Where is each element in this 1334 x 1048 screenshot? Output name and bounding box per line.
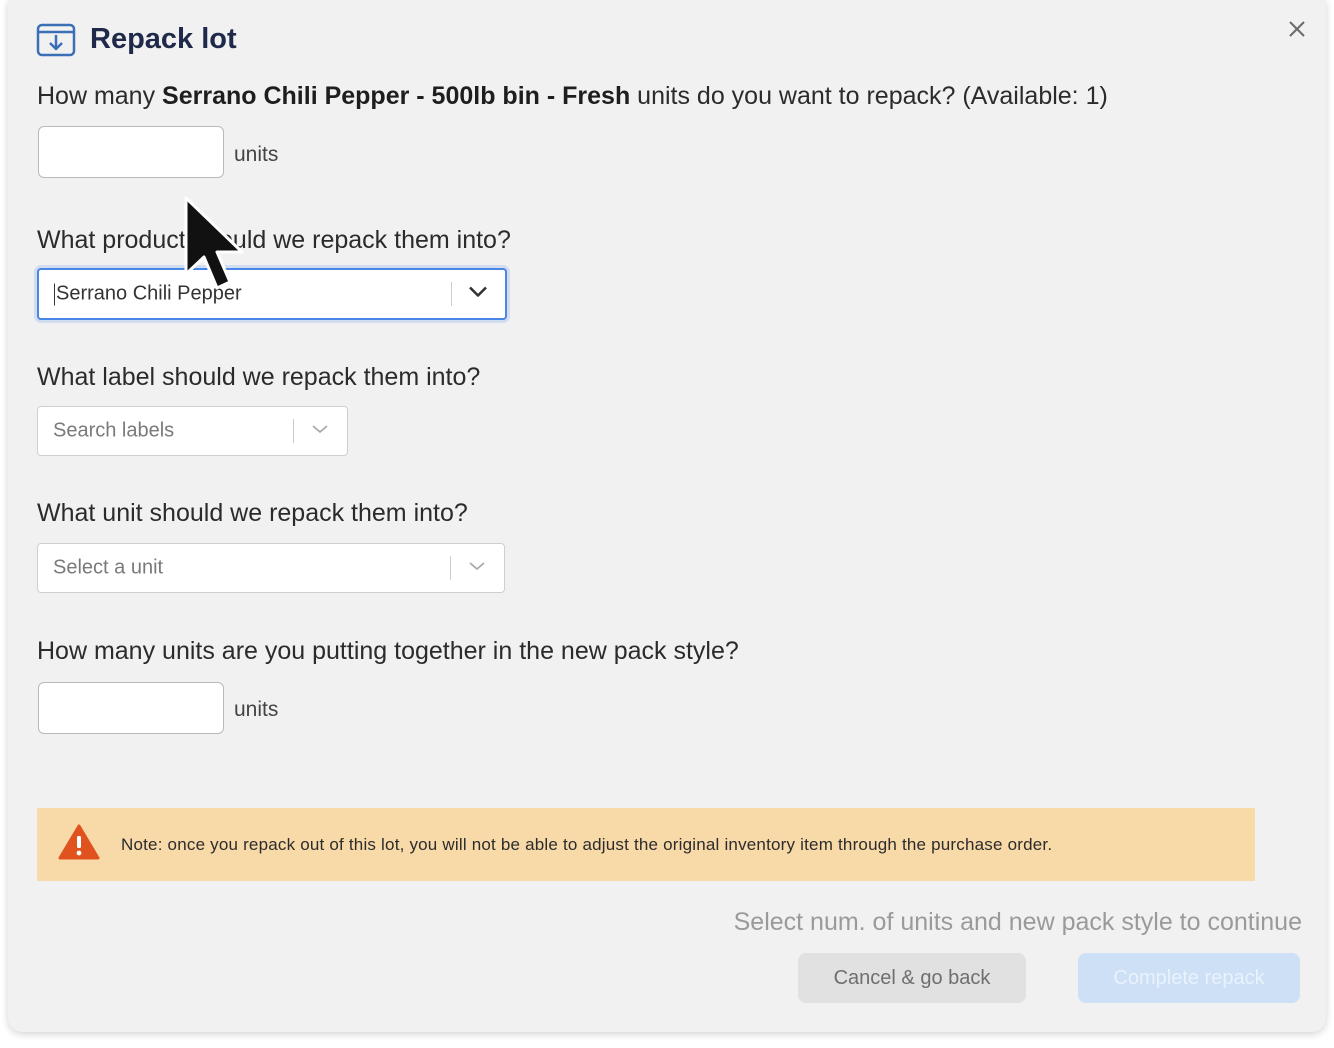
label-select[interactable]: Search labels bbox=[37, 406, 348, 456]
chevron-down-icon[interactable] bbox=[467, 559, 487, 577]
warning-banner: Note: once you repack out of this lot, y… bbox=[37, 808, 1255, 881]
repack-lot-dialog: Repack lot How many Serrano Chili Pepper… bbox=[8, 0, 1326, 1032]
pack-question: How many units are you putting together … bbox=[37, 637, 739, 665]
select-separator bbox=[450, 556, 451, 580]
warning-text: Note: once you repack out of this lot, y… bbox=[121, 834, 1053, 854]
label-question: What label should we repack them into? bbox=[37, 363, 481, 391]
warning-triangle-icon bbox=[57, 823, 101, 866]
source-product-name: Serrano Chili Pepper - 500lb bin - Fresh bbox=[162, 82, 631, 110]
repack-quantity-input[interactable] bbox=[38, 126, 224, 178]
pack-units-label: units bbox=[234, 698, 279, 721]
text-caret bbox=[54, 283, 55, 306]
select-separator bbox=[451, 282, 452, 306]
cancel-button[interactable]: Cancel & go back bbox=[798, 953, 1026, 1003]
continue-hint: Select num. of units and new pack style … bbox=[733, 908, 1302, 936]
mouse-pointer-icon bbox=[182, 196, 246, 301]
chevron-down-icon[interactable] bbox=[467, 285, 489, 304]
quantity-question-suffix: units do you want to repack? (Available:… bbox=[630, 82, 1108, 110]
unit-question: What unit should we repack them into? bbox=[37, 499, 468, 527]
product-question: What product should we repack them into? bbox=[37, 226, 511, 254]
close-button[interactable] bbox=[1284, 16, 1310, 42]
select-separator bbox=[293, 419, 294, 443]
repack-box-icon bbox=[36, 20, 76, 58]
pack-units-input[interactable] bbox=[38, 682, 224, 734]
product-select[interactable]: Serrano Chili Pepper bbox=[37, 268, 507, 320]
unit-select[interactable]: Select a unit bbox=[37, 543, 505, 593]
chevron-down-icon[interactable] bbox=[310, 422, 330, 440]
dialog-title: Repack lot bbox=[90, 22, 237, 55]
complete-repack-button[interactable]: Complete repack bbox=[1078, 953, 1300, 1003]
close-icon bbox=[1289, 21, 1305, 37]
dialog-header: Repack lot bbox=[36, 20, 237, 58]
label-select-placeholder: Search labels bbox=[53, 419, 175, 442]
quantity-question: How many Serrano Chili Pepper - 500lb bi… bbox=[37, 82, 1108, 111]
quantity-question-prefix: How many bbox=[37, 82, 163, 110]
unit-select-placeholder: Select a unit bbox=[53, 556, 164, 579]
repack-quantity-units-label: units bbox=[234, 143, 279, 166]
